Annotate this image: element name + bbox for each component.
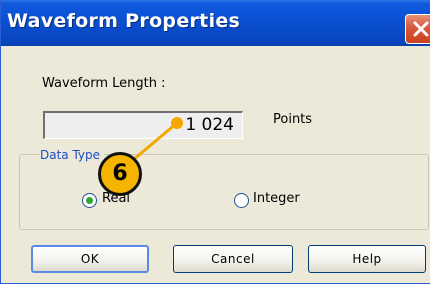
waveform-length-label: Waveform Length :	[42, 76, 166, 91]
waveform-length-field[interactable]: 1 024	[43, 111, 243, 139]
ok-button[interactable]: OK	[31, 245, 149, 273]
title-bar[interactable]: Waveform Properties	[1, 0, 430, 46]
callout-number-badge: 6	[98, 152, 142, 196]
integer-radio-label[interactable]: Integer	[253, 191, 300, 206]
help-button[interactable]: Help	[308, 245, 426, 273]
real-radio[interactable]	[82, 193, 97, 208]
close-button[interactable]	[405, 14, 430, 44]
radio-selected-dot	[86, 197, 93, 204]
cancel-button[interactable]: Cancel	[173, 245, 293, 273]
close-icon	[413, 21, 429, 37]
data-type-groupbox	[19, 154, 429, 230]
callout-anchor-dot	[171, 117, 183, 129]
waveform-length-value: 1 024	[185, 115, 234, 135]
points-unit-label: Points	[273, 112, 313, 127]
waveform-properties-dialog: Waveform Properties Waveform Length : 1 …	[0, 0, 430, 284]
integer-radio[interactable]	[234, 193, 249, 208]
dialog-title: Waveform Properties	[7, 10, 241, 32]
data-type-legend: Data Type	[40, 148, 105, 162]
